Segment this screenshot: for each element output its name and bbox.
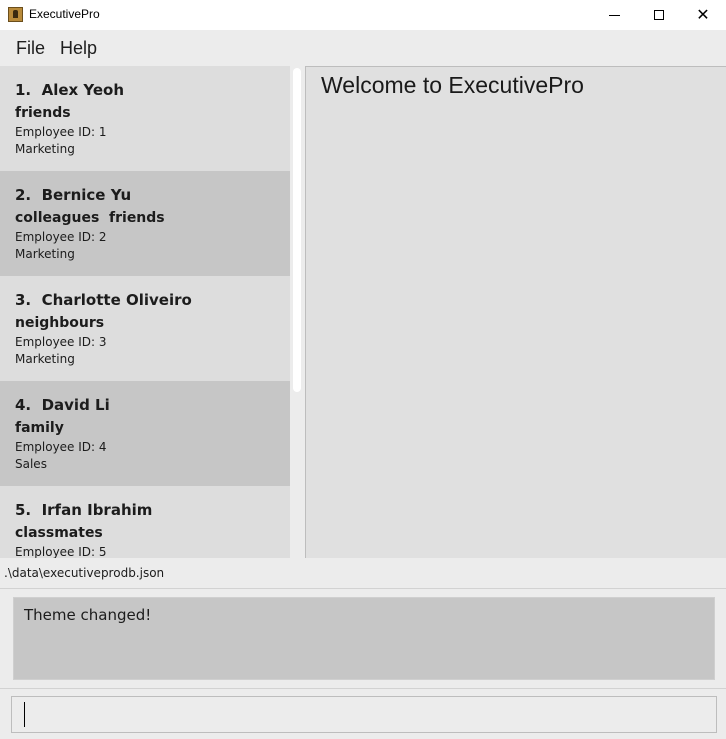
employee-id: Employee ID: 2 — [15, 230, 107, 244]
employee-tags: colleagues friends — [15, 210, 165, 226]
close-icon: ✕ — [696, 5, 710, 24]
employee-list[interactable]: 1. Alex Yeoh friends Employee ID: 1 Mark… — [0, 66, 290, 558]
app-icon — [8, 7, 23, 22]
app-window: ExecutivePro ✕ File Help 1. Alex Yeoh fr… — [0, 0, 726, 739]
employee-name: 4. David Li — [15, 396, 110, 414]
employee-department: Marketing — [15, 247, 75, 261]
employee-department: Marketing — [15, 142, 75, 156]
employee-tags: classmates — [15, 525, 103, 541]
maximize-icon — [654, 10, 664, 20]
employee-department: Sales — [15, 457, 47, 471]
menu-help[interactable]: Help — [60, 38, 97, 59]
employee-card[interactable]: 1. Alex Yeoh friends Employee ID: 1 Mark… — [0, 66, 290, 171]
employee-tags: neighbours — [15, 315, 105, 331]
minimize-button[interactable] — [591, 0, 637, 30]
employee-department: Marketing — [15, 352, 75, 366]
employee-id: Employee ID: 5 — [15, 545, 107, 558]
employee-card[interactable]: 4. David Li family Employee ID: 4 Sales — [0, 381, 290, 486]
list-scrollbar-thumb[interactable] — [293, 68, 301, 392]
employee-id: Employee ID: 3 — [15, 335, 107, 349]
command-input[interactable] — [11, 696, 717, 733]
employee-card[interactable]: 5. Irfan Ibrahim classmates Employee ID:… — [0, 486, 290, 558]
employee-tags: family — [15, 420, 64, 436]
welcome-heading: Welcome to ExecutivePro — [321, 72, 584, 98]
close-button[interactable]: ✕ — [680, 0, 726, 30]
result-display: Theme changed! — [13, 597, 715, 680]
menu-file[interactable]: File — [16, 38, 45, 59]
employee-id: Employee ID: 4 — [15, 440, 107, 454]
details-panel: Welcome to ExecutivePro — [305, 66, 726, 558]
window-title: ExecutivePro — [29, 7, 100, 21]
employee-id: Employee ID: 1 — [15, 125, 107, 139]
title-bar: ExecutivePro ✕ — [0, 0, 726, 30]
text-caret — [24, 702, 25, 727]
employee-card[interactable]: 3. Charlotte Oliveiro neighbours Employe… — [0, 276, 290, 381]
employee-name: 2. Bernice Yu — [15, 186, 132, 204]
employee-name: 5. Irfan Ibrahim — [15, 501, 153, 519]
maximize-button[interactable] — [636, 0, 682, 30]
employee-card[interactable]: 2. Bernice Yu colleagues friends Employe… — [0, 171, 290, 276]
storage-file-path: .\data\executiveprodb.json — [4, 566, 165, 580]
menu-bar: File Help — [0, 30, 726, 65]
employee-tags: friends — [15, 105, 71, 121]
result-message: Theme changed! — [24, 606, 152, 624]
minimize-icon — [608, 14, 620, 16]
employee-name: 1. Alex Yeoh — [15, 81, 125, 99]
employee-name: 3. Charlotte Oliveiro — [15, 291, 192, 309]
